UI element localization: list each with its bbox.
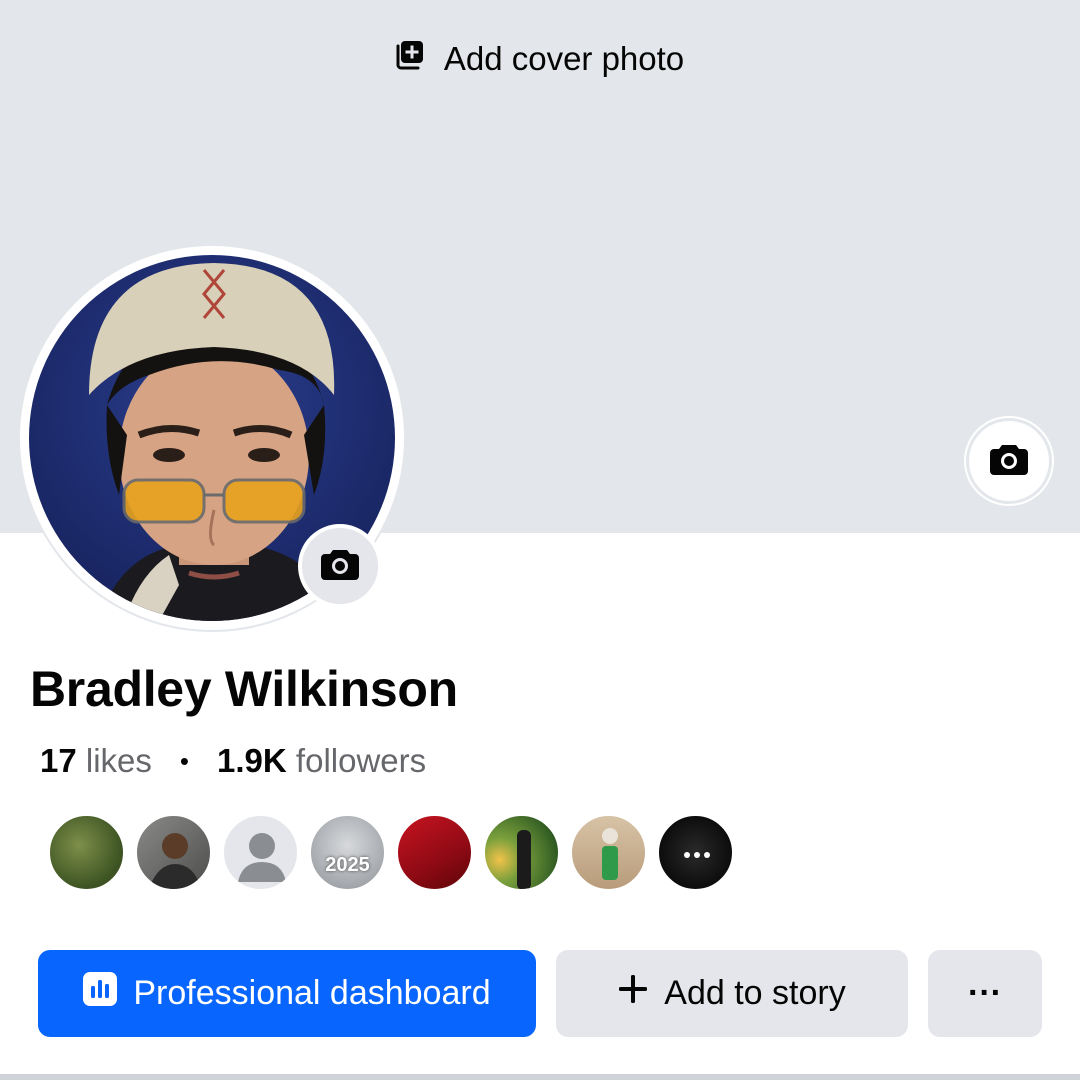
friend-avatar[interactable] bbox=[135, 814, 212, 891]
friend-avatar[interactable]: 2025 bbox=[309, 814, 386, 891]
profile-stats: 17 likes • 1.9K followers bbox=[40, 742, 426, 780]
profile-name: Bradley Wilkinson bbox=[30, 661, 458, 717]
friend-avatar[interactable] bbox=[222, 814, 299, 891]
add-photo-icon bbox=[396, 40, 424, 78]
likes-count: 17 bbox=[40, 742, 77, 779]
add-to-story-label: Add to story bbox=[664, 974, 846, 1012]
friend-avatar[interactable] bbox=[657, 814, 734, 891]
likes-label: likes bbox=[85, 742, 152, 779]
more-icon: ··· bbox=[968, 974, 1002, 1012]
camera-icon bbox=[321, 548, 359, 585]
dashboard-icon bbox=[83, 972, 118, 1015]
likes-stat[interactable]: 17 likes bbox=[40, 742, 152, 780]
add-cover-photo-button[interactable]: Add cover photo bbox=[0, 40, 1080, 78]
add-to-story-button[interactable]: Add to story bbox=[556, 950, 908, 1037]
followers-label: followers bbox=[295, 742, 427, 779]
more-options-button[interactable]: ··· bbox=[928, 950, 1042, 1037]
professional-dashboard-button[interactable]: Professional dashboard bbox=[38, 950, 536, 1037]
avatar-camera-button[interactable] bbox=[298, 524, 382, 608]
followers-stat[interactable]: 1.9K followers bbox=[217, 742, 426, 780]
professional-dashboard-label: Professional dashboard bbox=[133, 974, 491, 1012]
friend-avatar-text: 2025 bbox=[325, 854, 370, 876]
plus-icon bbox=[618, 974, 648, 1013]
stats-separator: • bbox=[179, 745, 190, 776]
friend-avatar[interactable] bbox=[48, 814, 125, 891]
friend-avatar[interactable] bbox=[396, 814, 473, 891]
friends-preview: 2025 bbox=[48, 814, 734, 891]
section-divider bbox=[0, 1074, 1080, 1080]
camera-icon bbox=[990, 443, 1028, 480]
cover-camera-button[interactable] bbox=[966, 418, 1052, 504]
friend-avatar[interactable] bbox=[570, 814, 647, 891]
followers-count: 1.9K bbox=[217, 742, 287, 779]
friend-avatar[interactable] bbox=[483, 814, 560, 891]
add-cover-photo-label: Add cover photo bbox=[443, 40, 685, 77]
